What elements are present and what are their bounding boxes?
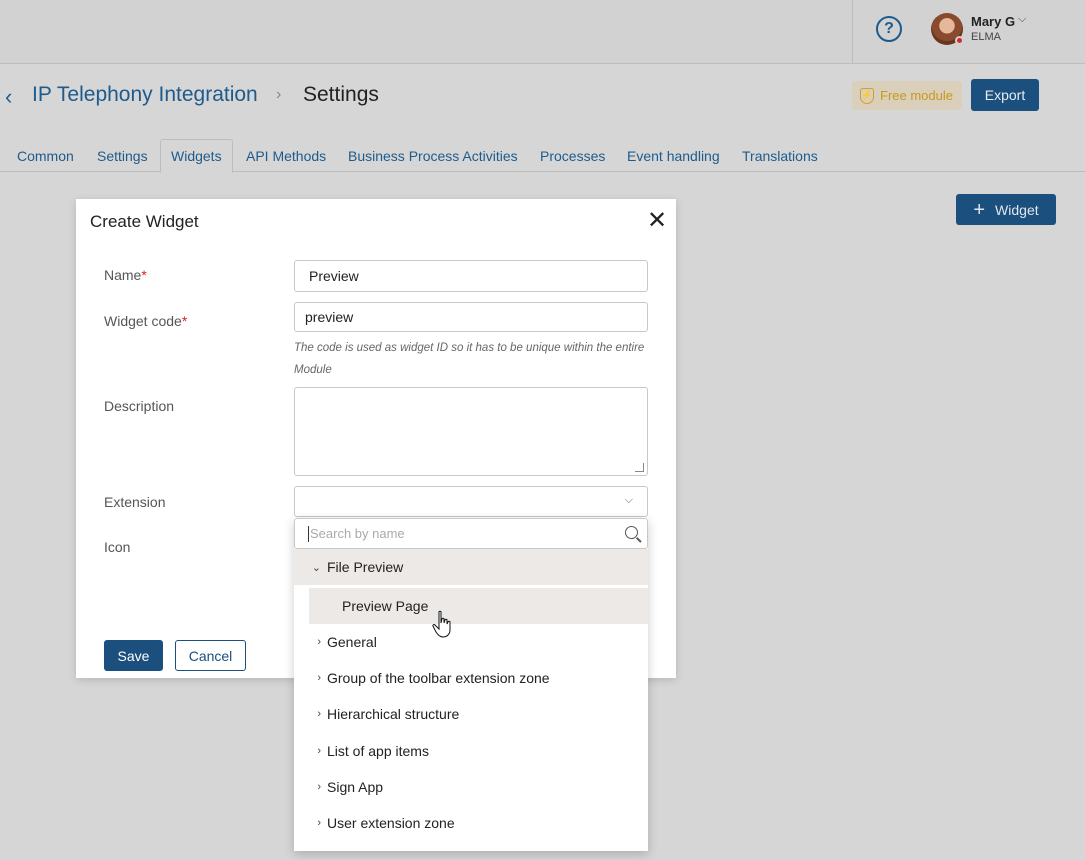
tab-api-methods[interactable]: API Methods <box>246 139 326 172</box>
tab-common[interactable]: Common <box>17 139 74 172</box>
list-item-label: List of app items <box>327 743 429 759</box>
extension-dropdown: Search by name ⌄ File Preview Preview Pa… <box>294 518 648 851</box>
widget-code-field[interactable]: preview <box>294 302 648 332</box>
chevron-right-icon: › <box>317 708 321 720</box>
description-textarea[interactable] <box>294 387 648 476</box>
tab-event-handling[interactable]: Event handling <box>627 139 720 172</box>
page-title: Settings <box>303 83 379 106</box>
list-item-label: General <box>327 634 377 650</box>
extension-select[interactable]: ⌵ <box>294 486 648 517</box>
breadcrumb-app[interactable]: IP Telephony Integration <box>32 83 258 107</box>
tab-translations[interactable]: Translations <box>742 139 818 172</box>
extension-label: Extension <box>104 494 166 510</box>
dropdown-group-list-of-app-items[interactable]: › List of app items <box>294 733 648 769</box>
add-widget-button[interactable]: + Widget <box>956 194 1056 225</box>
header-divider <box>852 0 853 64</box>
dropdown-group-sign-app[interactable]: › Sign App <box>294 769 648 805</box>
help-icon[interactable]: ? <box>876 16 902 42</box>
lightning-shield-icon: ⚡ <box>860 87 874 104</box>
avatar[interactable] <box>931 13 964 45</box>
dropdown-group-toolbar-zone[interactable]: › Group of the toolbar extension zone <box>294 660 648 696</box>
search-icon[interactable] <box>625 526 638 539</box>
chevron-right-icon: › <box>317 817 321 829</box>
list-item-label: Hierarchical structure <box>327 706 460 722</box>
description-label: Description <box>104 398 175 414</box>
list-item-label: File Preview <box>327 559 404 575</box>
dropdown-group-hierarchical-structure[interactable]: › Hierarchical structure <box>294 696 648 732</box>
plus-icon: + <box>973 198 986 221</box>
export-button[interactable]: Export <box>971 79 1039 111</box>
dropdown-search-input[interactable]: Search by name <box>294 518 648 549</box>
add-widget-label: Widget <box>995 201 1039 218</box>
icon-label: Icon <box>104 539 131 555</box>
tab-business-process-activities[interactable]: Business Process Activities <box>348 139 518 172</box>
list-item-label: Group of the toolbar extension zone <box>327 670 550 686</box>
chevron-down-icon: ⌵ <box>624 494 633 506</box>
breadcrumb-separator-icon: › <box>276 86 282 103</box>
chevron-down-icon[interactable]: ⌵ <box>1018 13 1026 26</box>
hand-cursor-icon <box>432 610 451 638</box>
tab-bar: Common Settings Widgets API Methods Busi… <box>0 139 1085 173</box>
free-module-label: Free module <box>880 88 953 103</box>
dropdown-group-file-preview[interactable]: ⌄ File Preview <box>294 549 648 585</box>
resize-handle-icon[interactable] <box>635 463 644 472</box>
list-item-label: User extension zone <box>327 815 455 831</box>
text-caret <box>308 525 309 542</box>
list-item-label: Sign App <box>327 779 384 795</box>
chevron-down-icon: ⌄ <box>311 561 321 574</box>
back-chevron-icon[interactable]: ‹ <box>5 84 12 110</box>
user-company: ELMA <box>971 31 1001 43</box>
dropdown-group-general[interactable]: › General <box>294 624 648 660</box>
name-field[interactable]: Preview <box>294 260 648 292</box>
search-placeholder: Search by name <box>310 526 405 541</box>
tab-widgets[interactable]: Widgets <box>160 139 233 173</box>
dropdown-group-user-extension-zone[interactable]: › User extension zone <box>294 805 648 841</box>
chevron-right-icon: › <box>317 636 321 648</box>
cancel-button[interactable]: Cancel <box>175 640 246 671</box>
top-bar: ? Mary G ⌵ ELMA <box>0 0 1085 64</box>
chevron-right-icon: › <box>317 781 321 793</box>
tab-processes[interactable]: Processes <box>540 139 605 172</box>
tab-settings[interactable]: Settings <box>97 139 148 172</box>
status-dot <box>955 36 964 45</box>
save-button[interactable]: Save <box>104 640 163 671</box>
dropdown-item-preview-page[interactable]: Preview Page <box>309 588 648 624</box>
name-label: Name* <box>104 267 147 283</box>
chevron-right-icon: › <box>317 745 321 757</box>
chevron-right-icon: › <box>317 672 321 684</box>
close-icon[interactable]: ✕ <box>647 209 667 233</box>
widget-code-hint: The code is used as widget ID so it has … <box>294 342 645 376</box>
modal-title: Create Widget <box>90 212 199 231</box>
free-module-badge: ⚡ Free module <box>852 81 962 110</box>
user-name[interactable]: Mary G <box>971 14 1015 29</box>
widget-code-label: Widget code* <box>104 313 188 329</box>
